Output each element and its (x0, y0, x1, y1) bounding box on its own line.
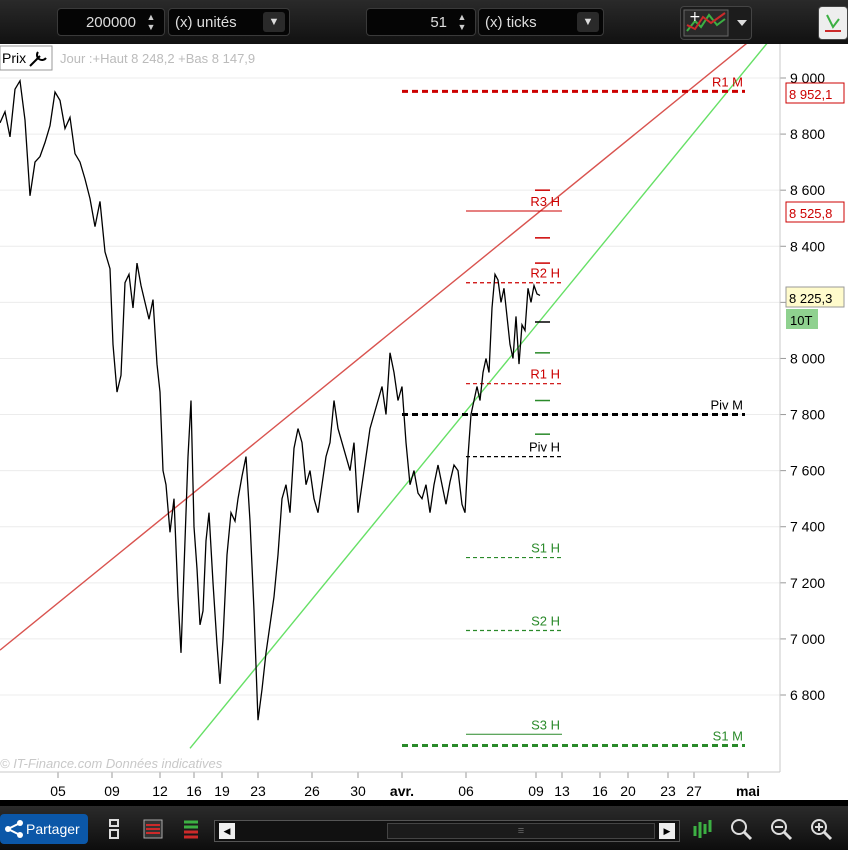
pivot-level-label: R2 H (530, 266, 560, 281)
quantity-unit-select[interactable]: (x) unités ▼ (168, 8, 290, 36)
zoom-in-icon[interactable] (808, 816, 834, 842)
zoom-fit-icon[interactable] (728, 816, 754, 842)
ticks-unit-label: (x) ticks (485, 14, 537, 31)
x-tick-label: 23 (250, 783, 266, 799)
y-tick-label: 6 800 (790, 687, 825, 703)
pivot-level-label: S1 M (713, 728, 743, 743)
order-book-icon[interactable] (178, 816, 204, 842)
cursor-mode-icon[interactable] (102, 816, 128, 842)
bottom-toolbar: Partager ◀ ≡ ▶ (0, 806, 848, 850)
quantity-unit-label: (x) unités (175, 14, 237, 31)
ticks-stepper[interactable]: 51 ▲ ▼ (366, 8, 476, 36)
x-tick-label: 05 (50, 783, 66, 799)
x-tick-label: mai (736, 783, 760, 799)
x-tick-label: 27 (686, 783, 702, 799)
r1m-price-tag: 8 952,1 (785, 82, 845, 104)
time-scrollbar[interactable]: ◀ ≡ ▶ (214, 820, 680, 842)
pivot-level-label: Piv H (529, 440, 560, 455)
svg-text:+: + (689, 9, 701, 25)
y-tick-label: 8 000 (790, 350, 825, 366)
y-tick-label: 7 600 (790, 463, 825, 479)
y-tick-label: 7 400 (790, 519, 825, 535)
share-icon (5, 820, 23, 838)
y-tick-label: 7 800 (790, 407, 825, 423)
refresh-button[interactable] (818, 6, 848, 40)
period-badge: 10T (786, 309, 818, 329)
y-tick-label: 7 000 (790, 631, 825, 647)
r3h-price-tag: 8 525,8 (785, 201, 845, 223)
y-tick-label: 8 600 (790, 182, 825, 198)
chevron-down-icon[interactable]: ▼ (263, 12, 285, 32)
chart-area[interactable]: R1 M R3 H R2 H R1 H Piv M Piv H S1 H S2 H S3 H S1… (0, 15, 848, 800)
indicator-menu-button[interactable]: + (680, 6, 752, 40)
top-toolbar: 200000 ▲ ▼ (x) unités ▼ 51 ▲ ▼ (x) ticks ▼… (0, 0, 848, 44)
x-tick-label: 16 (592, 783, 608, 799)
refresh-chart-icon (825, 14, 841, 32)
stepper-arrows-icon[interactable]: ▲ ▼ (453, 12, 471, 32)
quantity-value: 200000 (85, 14, 136, 31)
ticks-unit-select[interactable]: (x) ticks ▼ (478, 8, 604, 36)
ohlc-header: Jour :+Haut 8 248,2 +Bas 8 147,9 (60, 51, 255, 66)
pivot-level-label: R1 M (712, 74, 743, 89)
scroll-right-icon[interactable]: ▶ (659, 823, 675, 839)
y-tick-label: 8 800 (790, 126, 825, 142)
share-button[interactable]: Partager (0, 814, 88, 844)
ticks-value: 51 (430, 14, 447, 31)
y-tick-label: 8 400 (790, 238, 825, 254)
pivot-level-label: S2 H (531, 613, 560, 628)
x-tick-label: 20 (620, 783, 636, 799)
price-series-line[interactable] (0, 78, 541, 721)
x-tick-label: 30 (350, 783, 366, 799)
stepper-arrows-icon[interactable]: ▲ ▼ (142, 12, 160, 32)
scroll-left-icon[interactable]: ◀ (219, 823, 235, 839)
x-tick-label: 09 (528, 783, 544, 799)
x-tick-label: 13 (554, 783, 570, 799)
last-price-value: 8 225,3 (789, 291, 832, 306)
pivot-level-label: S3 H (531, 717, 560, 732)
zoom-out-icon[interactable] (768, 816, 794, 842)
pivot-level-label: Piv M (711, 398, 744, 413)
r1m-price-value: 8 952,1 (789, 87, 832, 102)
chevron-down-icon[interactable]: ▼ (577, 12, 599, 32)
y-tick-label: 7 200 (790, 575, 825, 591)
x-tick-label: 16 (186, 783, 202, 799)
quantity-stepper[interactable]: 200000 ▲ ▼ (57, 8, 165, 36)
x-tick-label: 09 (104, 783, 120, 799)
x-tick-label: 12 (152, 783, 168, 799)
pivot-level-label: R3 H (530, 194, 560, 209)
pivot-level-label: R1 H (530, 367, 560, 382)
x-tick-label: 23 (660, 783, 676, 799)
r3h-price-value: 8 525,8 (789, 206, 832, 221)
share-label: Partager (26, 821, 80, 837)
x-tick-label: avr. (390, 783, 414, 799)
trendline (0, 15, 781, 651)
price-label: Prix (2, 50, 26, 66)
chart-list-icon[interactable] (140, 816, 166, 842)
x-tick-label: 19 (214, 783, 230, 799)
x-tick-label: 26 (304, 783, 320, 799)
last-price-tag: 8 225,3 (785, 286, 845, 308)
x-tick-label: 06 (458, 783, 474, 799)
chart-type-icon[interactable] (690, 816, 716, 842)
period-value: 10T (790, 313, 812, 328)
pivot-level-label: S1 H (531, 541, 560, 556)
trendline (189, 27, 781, 749)
scrollbar-thumb[interactable]: ≡ (387, 823, 655, 839)
data-source-watermark: © IT-Finance.com Données indicatives (0, 756, 223, 771)
price-chart[interactable]: R1 M R3 H R2 H R1 H Piv M Piv H S1 H S2 H S3 H S1… (0, 15, 848, 800)
indicator-chart-icon: + (683, 9, 747, 37)
